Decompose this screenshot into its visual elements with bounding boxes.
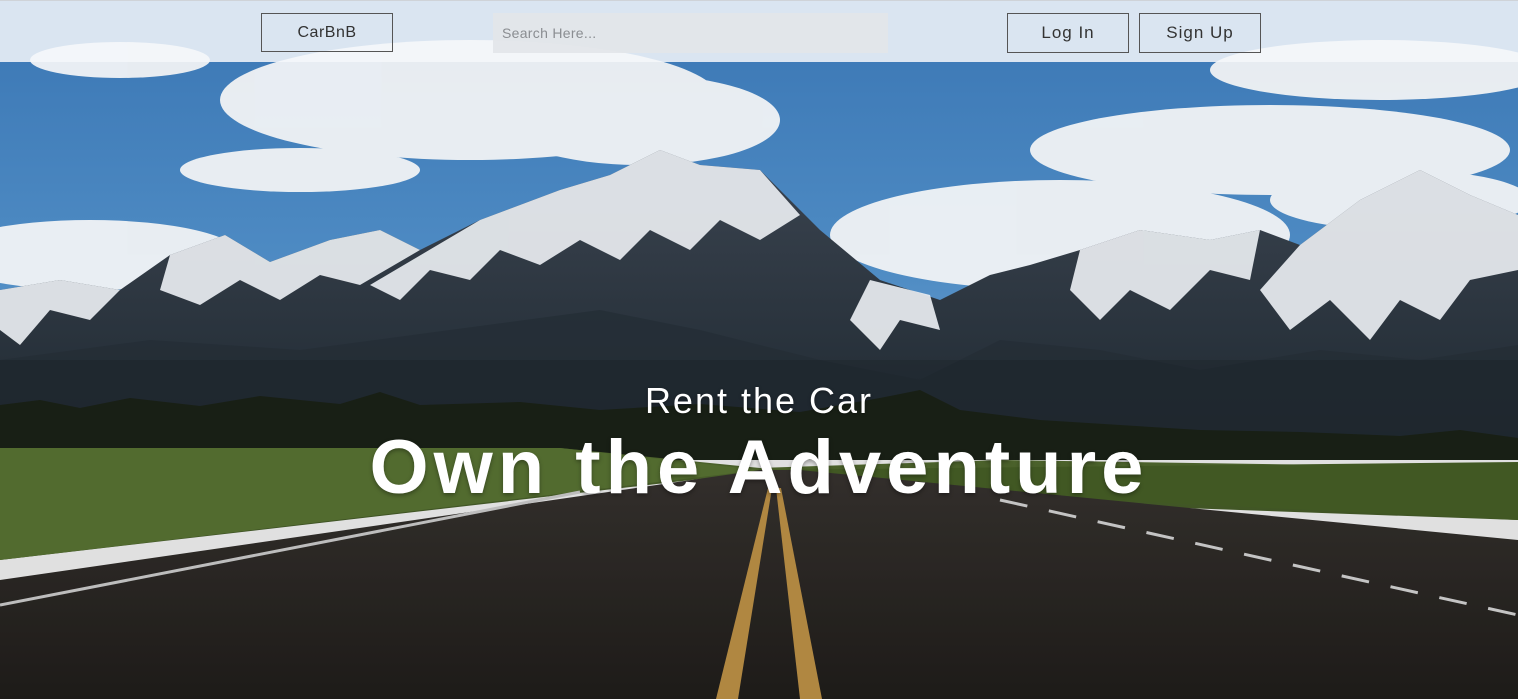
hero-title: Own the Adventure (369, 425, 1149, 510)
landing-page: CarBnB Log In Sign Up Rent the Car Own t… (0, 0, 1518, 699)
login-button[interactable]: Log In (1007, 13, 1129, 53)
hero-background-image (0, 0, 1518, 699)
hero-subtitle: Rent the Car (644, 380, 874, 421)
search-input[interactable] (493, 13, 888, 53)
top-navbar: CarBnB Log In Sign Up (0, 0, 1518, 62)
signup-button[interactable]: Sign Up (1139, 13, 1261, 53)
brand-logo-button[interactable]: CarBnB (261, 13, 393, 52)
